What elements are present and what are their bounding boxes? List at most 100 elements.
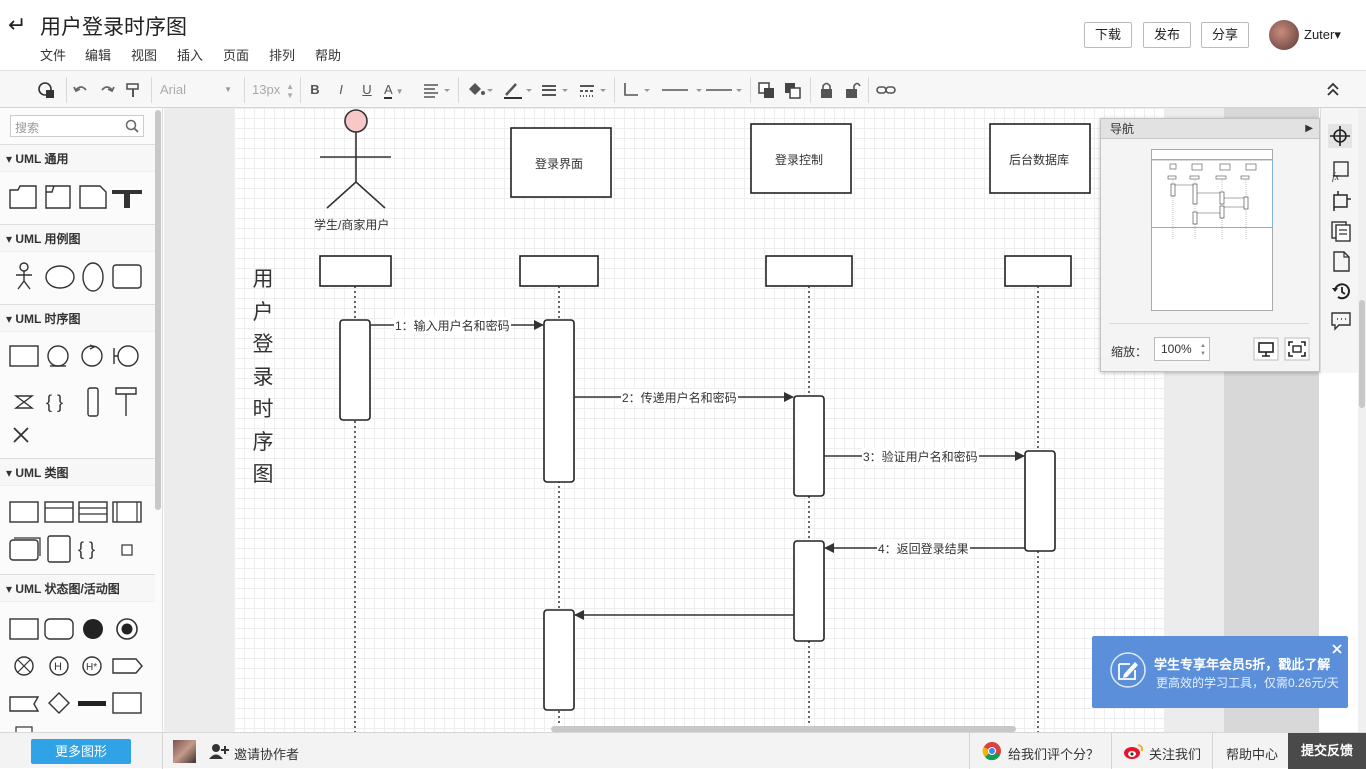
menu-arrange[interactable]: 排列: [269, 45, 295, 64]
align-icon[interactable]: [422, 79, 452, 101]
send-back-icon[interactable]: [783, 79, 803, 101]
undo-icon[interactable]: [72, 79, 90, 101]
lifeline-head-actor[interactable]: [319, 255, 392, 287]
publish-button[interactable]: 发布: [1143, 22, 1191, 48]
feedback-button[interactable]: 提交反馈: [1288, 733, 1366, 769]
add-user-icon[interactable]: [208, 742, 230, 760]
canvas-area[interactable]: 学生/商家用户 登录界面 登录控制 后台数据库 用 户 登 录 时 序 图 1：…: [164, 108, 1224, 732]
lifeline-head-login-control[interactable]: [765, 255, 853, 287]
activation-bar[interactable]: [339, 319, 371, 421]
uml-class-shapes[interactable]: { }: [8, 498, 148, 564]
message-label-1[interactable]: 1：输入用户名和密码: [394, 317, 511, 334]
menu-file[interactable]: 文件: [40, 45, 66, 64]
search-placeholder: 搜索: [15, 121, 40, 135]
promo-banner[interactable]: 学生专享年会员5折，戳此了解 更高效的学习工具，仅需0.26元/天: [1092, 636, 1348, 708]
style-icon[interactable]: [36, 79, 58, 101]
category-uml-sequence[interactable]: ▾ UML 时序图: [0, 304, 155, 332]
uml-sequence-shapes[interactable]: { }: [8, 342, 148, 450]
italic-button[interactable]: I: [334, 79, 348, 101]
presentation-icon[interactable]: [1253, 337, 1279, 361]
page-icon[interactable]: [1330, 250, 1352, 272]
uml-usecase-shapes[interactable]: [8, 261, 148, 293]
menu-page[interactable]: 页面: [223, 45, 249, 64]
object-label-backend-db: 后台数据库: [1009, 153, 1070, 167]
activation-bar[interactable]: [793, 395, 825, 497]
weibo-icon: [1124, 744, 1144, 759]
download-button[interactable]: 下载: [1084, 22, 1132, 48]
navigator-viewport[interactable]: [1151, 159, 1273, 228]
page-scrollbar[interactable]: [1359, 300, 1365, 408]
document-title[interactable]: 用户登录时序图: [40, 11, 187, 41]
actor-head[interactable]: [344, 109, 368, 133]
shape-search-input[interactable]: 搜索: [10, 115, 144, 137]
connector-icon[interactable]: [622, 79, 652, 101]
promo-title: 学生专享年会员5折，戳此了解: [1154, 657, 1331, 672]
bold-button[interactable]: B: [308, 79, 322, 101]
uml-general-shapes[interactable]: [8, 182, 148, 212]
actor-body[interactable]: [320, 132, 391, 209]
category-uml-usecase[interactable]: ▾ UML 用例图: [0, 224, 155, 252]
font-family-select[interactable]: Arial ▼: [160, 79, 234, 101]
activation-bar[interactable]: [543, 609, 575, 711]
unlock-icon[interactable]: [843, 79, 861, 101]
invite-collaborator-link[interactable]: 邀请协作者: [234, 744, 299, 763]
menu-insert[interactable]: 插入: [177, 45, 203, 64]
lifeline-head-backend-db[interactable]: [1004, 255, 1072, 287]
line-style-icon[interactable]: [578, 79, 608, 101]
message-label-4[interactable]: 4：返回登录结果: [877, 540, 970, 557]
link-icon[interactable]: [875, 79, 897, 101]
zoom-input[interactable]: 100% ▲ ▼: [1154, 337, 1210, 361]
menu-help[interactable]: 帮助: [315, 45, 341, 64]
share-button[interactable]: 分享: [1201, 22, 1249, 48]
font-color-button[interactable]: A ▼: [384, 79, 412, 101]
collaborator-avatar[interactable]: [173, 740, 196, 763]
expand-right-icon[interactable]: ▶: [1305, 119, 1313, 139]
side-title[interactable]: 用 户 登 录 时 序 图: [250, 264, 276, 492]
pages-icon[interactable]: [1330, 220, 1352, 242]
arrow-left-icon[interactable]: ↵: [8, 12, 26, 38]
navigator-thumbnail[interactable]: [1151, 149, 1273, 311]
follow-us-link[interactable]: 关注我们: [1149, 744, 1201, 763]
fit-page-icon[interactable]: [1284, 337, 1310, 361]
line-color-icon[interactable]: [502, 79, 534, 101]
rate-us-link[interactable]: 给我们评个分？: [1008, 744, 1099, 763]
user-menu[interactable]: Zuter▾: [1304, 27, 1341, 43]
line-end-icon[interactable]: [704, 79, 744, 101]
menu-view[interactable]: 视图: [131, 45, 157, 64]
category-uml-general[interactable]: ▾ UML 通用: [0, 144, 155, 172]
close-icon[interactable]: [1332, 644, 1342, 654]
message-label-3[interactable]: 3：验证用户名和密码: [862, 448, 979, 465]
format-toolbar: Arial ▼ 13px ▲ ▼ B I U A ▼: [0, 70, 1366, 108]
font-size-value: 13px: [252, 82, 281, 97]
activation-bar[interactable]: [1024, 450, 1056, 552]
fill-color-icon[interactable]: [465, 79, 495, 101]
more-shapes-button[interactable]: 更多图形: [31, 739, 131, 764]
bring-front-icon[interactable]: [757, 79, 777, 101]
redo-icon[interactable]: [98, 79, 116, 101]
comment-icon[interactable]: [1330, 310, 1352, 332]
lifeline-head-login-ui[interactable]: [519, 255, 599, 287]
format-painter-icon[interactable]: [124, 79, 142, 101]
category-uml-state-activity[interactable]: ▾ UML 状态图/活动图: [0, 574, 155, 602]
line-start-icon[interactable]: [660, 79, 704, 101]
font-size-stepper[interactable]: 13px ▲ ▼: [252, 79, 294, 101]
activation-bar[interactable]: [793, 540, 825, 642]
underline-button[interactable]: U: [360, 79, 374, 101]
lock-icon[interactable]: [818, 79, 836, 101]
formula-icon[interactable]: fx: [1330, 160, 1352, 182]
help-center-link[interactable]: 帮助中心: [1226, 744, 1278, 763]
message-label-2[interactable]: 2：传递用户名和密码: [621, 389, 738, 406]
sidebar-scrollbar[interactable]: [155, 110, 161, 510]
history-icon[interactable]: [1330, 280, 1352, 302]
navigator-title-bar[interactable]: 导航 ▶: [1101, 119, 1319, 139]
category-uml-class[interactable]: ▾ UML 类图: [0, 458, 155, 486]
crop-icon[interactable]: [1330, 190, 1352, 212]
uml-state-activity-shapes[interactable]: H H*: [8, 613, 148, 732]
diagram-page[interactable]: 学生/商家用户 登录界面 登录控制 后台数据库 用 户 登 录 时 序 图 1：…: [234, 108, 1164, 732]
menu-edit[interactable]: 编辑: [85, 45, 111, 64]
activation-bar[interactable]: [543, 319, 575, 483]
navigator-icon[interactable]: [1328, 124, 1352, 148]
collapse-up-icon[interactable]: [1324, 79, 1342, 101]
line-width-icon[interactable]: [540, 79, 570, 101]
avatar[interactable]: [1269, 20, 1299, 50]
